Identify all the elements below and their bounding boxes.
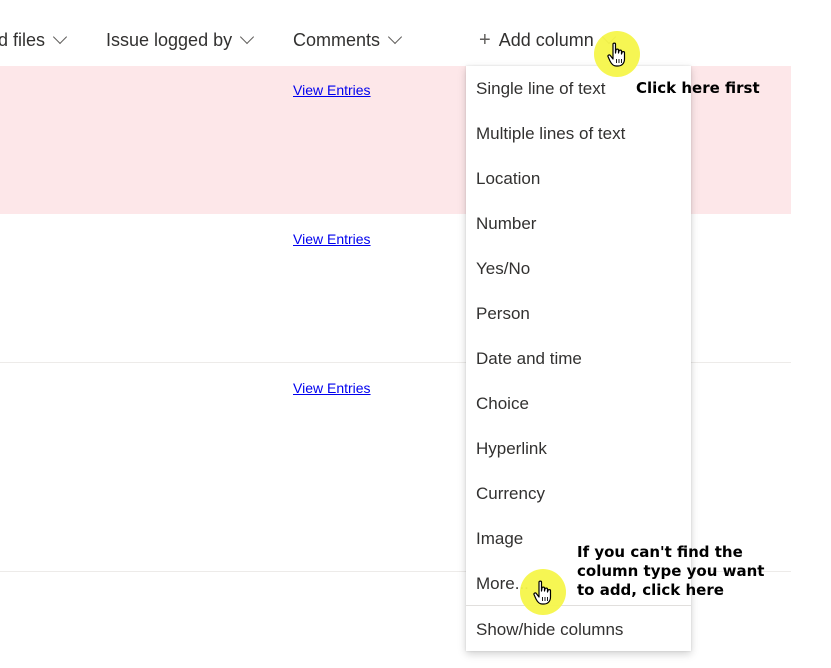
menu-item-currency[interactable]: Currency	[476, 484, 545, 504]
menu-item-person[interactable]: Person	[476, 304, 530, 324]
add-column-label: Add column	[498, 29, 594, 50]
column-header-label: Issue logged by	[106, 29, 233, 50]
column-header-comments[interactable]: Comments	[293, 26, 403, 54]
view-entries-link[interactable]: View Entries	[293, 380, 371, 396]
hand-pointer-icon	[533, 580, 552, 605]
menu-item-image[interactable]: Image	[476, 529, 523, 549]
chevron-down-icon	[387, 29, 403, 45]
column-header-label: d files	[0, 29, 46, 50]
annotation-click-here-first: Click here first	[636, 79, 760, 97]
menu-divider	[466, 605, 691, 606]
column-header-files[interactable]: d files	[0, 26, 68, 54]
menu-item-number[interactable]: Number	[476, 214, 536, 234]
chevron-down-icon	[240, 29, 255, 45]
annotation-click-here-more: If you can't find the column type you wa…	[577, 543, 765, 599]
menu-item-single-line-of-text[interactable]: Single line of text	[476, 79, 605, 99]
menu-item-hyperlink[interactable]: Hyperlink	[476, 439, 547, 459]
menu-item-yes-no[interactable]: Yes/No	[476, 259, 530, 279]
page: d files Issue logged by Comments + Add c…	[0, 0, 831, 668]
column-header-label: Comments	[293, 29, 381, 50]
hand-pointer-icon	[607, 42, 626, 67]
view-entries-link[interactable]: View Entries	[293, 82, 371, 98]
menu-item-date-and-time[interactable]: Date and time	[476, 349, 582, 369]
view-entries-link[interactable]: View Entries	[293, 231, 371, 247]
menu-item-location[interactable]: Location	[476, 169, 540, 189]
column-header-issue-logged-by[interactable]: Issue logged by	[106, 26, 255, 54]
menu-item-show-hide-columns[interactable]: Show/hide columns	[476, 620, 623, 640]
chevron-down-icon	[52, 29, 68, 45]
menu-item-multiple-lines-of-text[interactable]: Multiple lines of text	[476, 124, 625, 144]
plus-icon: +	[479, 28, 491, 51]
menu-item-choice[interactable]: Choice	[476, 394, 529, 414]
